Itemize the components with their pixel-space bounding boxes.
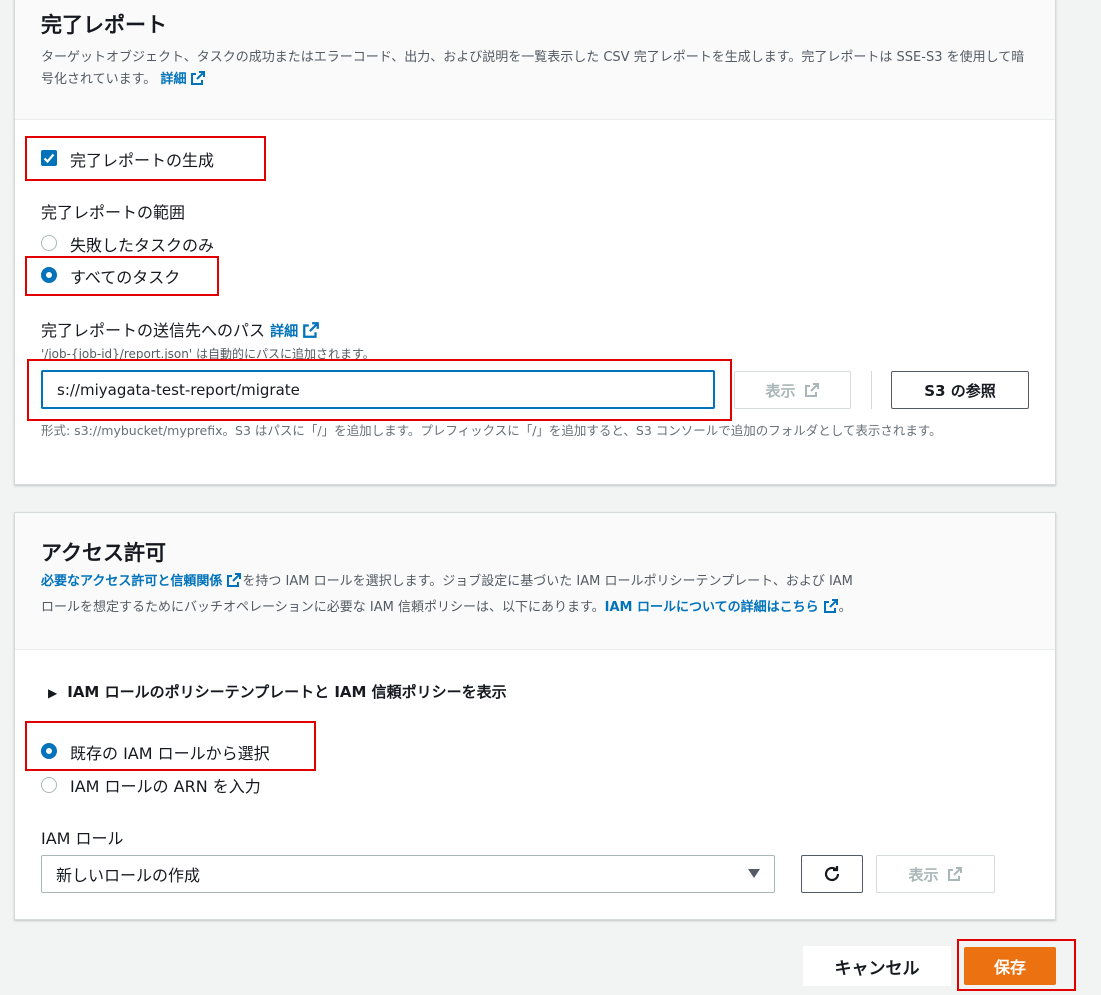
view-path-button[interactable]: 表示 — [734, 371, 851, 409]
permissions-link[interactable]: 必要なアクセス許可と信頼関係 — [41, 574, 222, 589]
detail-link[interactable]: 詳細 — [160, 72, 186, 87]
external-link-icon — [804, 383, 819, 397]
access-title: アクセス許可 — [41, 541, 166, 565]
view-role-button[interactable]: 表示 — [876, 855, 995, 893]
existing-role-label: 既存の IAM ロールから選択 — [70, 744, 270, 763]
external-link-icon — [191, 71, 206, 85]
caret-right-icon: ▶ — [48, 686, 58, 700]
completion-report-title: 完了レポート — [41, 13, 167, 37]
iam-role-select[interactable]: 新しいロールの作成 — [41, 855, 775, 893]
access-description: 必要なアクセス許可と信頼関係 を持つ IAM ロールを選択します。ジョブ設定に基づ… — [41, 573, 853, 615]
report-path-input[interactable] — [41, 370, 715, 409]
external-link-icon — [303, 322, 319, 338]
refresh-icon — [824, 866, 840, 882]
generate-report-label: 完了レポートの生成 — [70, 151, 215, 170]
scope-failed-only-radio[interactable] — [41, 235, 57, 251]
report-path-label: 完了レポートの送信先へのパス 詳細 — [41, 317, 320, 341]
generate-report-checkbox[interactable] — [41, 150, 57, 166]
scope-failed-only-label: 失敗したタスクのみ — [70, 236, 215, 255]
dropdown-caret-icon — [748, 869, 760, 878]
external-link-icon — [227, 573, 242, 587]
completion-report-header: 完了レポート ターゲットオブジェクト、タスクの成功またはエラーコード、出力、およ… — [15, 0, 1055, 120]
access-header: アクセス許可 必要なアクセス許可と信頼関係 を持つ IAM ロールを選択します。ジ… — [15, 513, 1055, 650]
browse-s3-button[interactable]: S3 の参照 — [891, 371, 1029, 409]
external-link-icon — [947, 867, 962, 881]
checkmark-icon — [43, 153, 55, 164]
external-link-icon — [823, 599, 838, 613]
arn-role-label: IAM ロールの ARN を入力 — [70, 777, 261, 796]
path-detail-link[interactable]: 詳細 — [270, 324, 298, 340]
existing-role-radio[interactable] — [41, 743, 57, 759]
completion-report-description: ターゲットオブジェクト、タスクの成功またはエラーコード、出力、および説明を一覧表… — [41, 50, 1025, 87]
iam-role-field-label: IAM ロール — [41, 829, 124, 848]
scope-all-tasks-label: すべてのタスク — [70, 268, 181, 287]
report-scope-label: 完了レポートの範囲 — [41, 203, 186, 222]
cancel-button[interactable]: キャンセル — [803, 946, 951, 986]
refresh-roles-button[interactable] — [801, 855, 863, 893]
arn-role-radio[interactable] — [41, 777, 57, 793]
path-format-hint: 形式: s3://mybucket/myprefix。S3 はパスに「/」を追加… — [41, 423, 942, 438]
policy-template-expander[interactable]: ▶ IAM ロールのポリシーテンプレートと IAM 信頼ポリシーを表示 — [48, 681, 507, 702]
button-separator — [871, 371, 872, 409]
save-button[interactable]: 保存 — [964, 947, 1056, 985]
scope-all-tasks-radio[interactable] — [41, 267, 57, 283]
iam-role-detail-link[interactable]: IAM ロールについての詳細はこちら — [605, 600, 819, 615]
